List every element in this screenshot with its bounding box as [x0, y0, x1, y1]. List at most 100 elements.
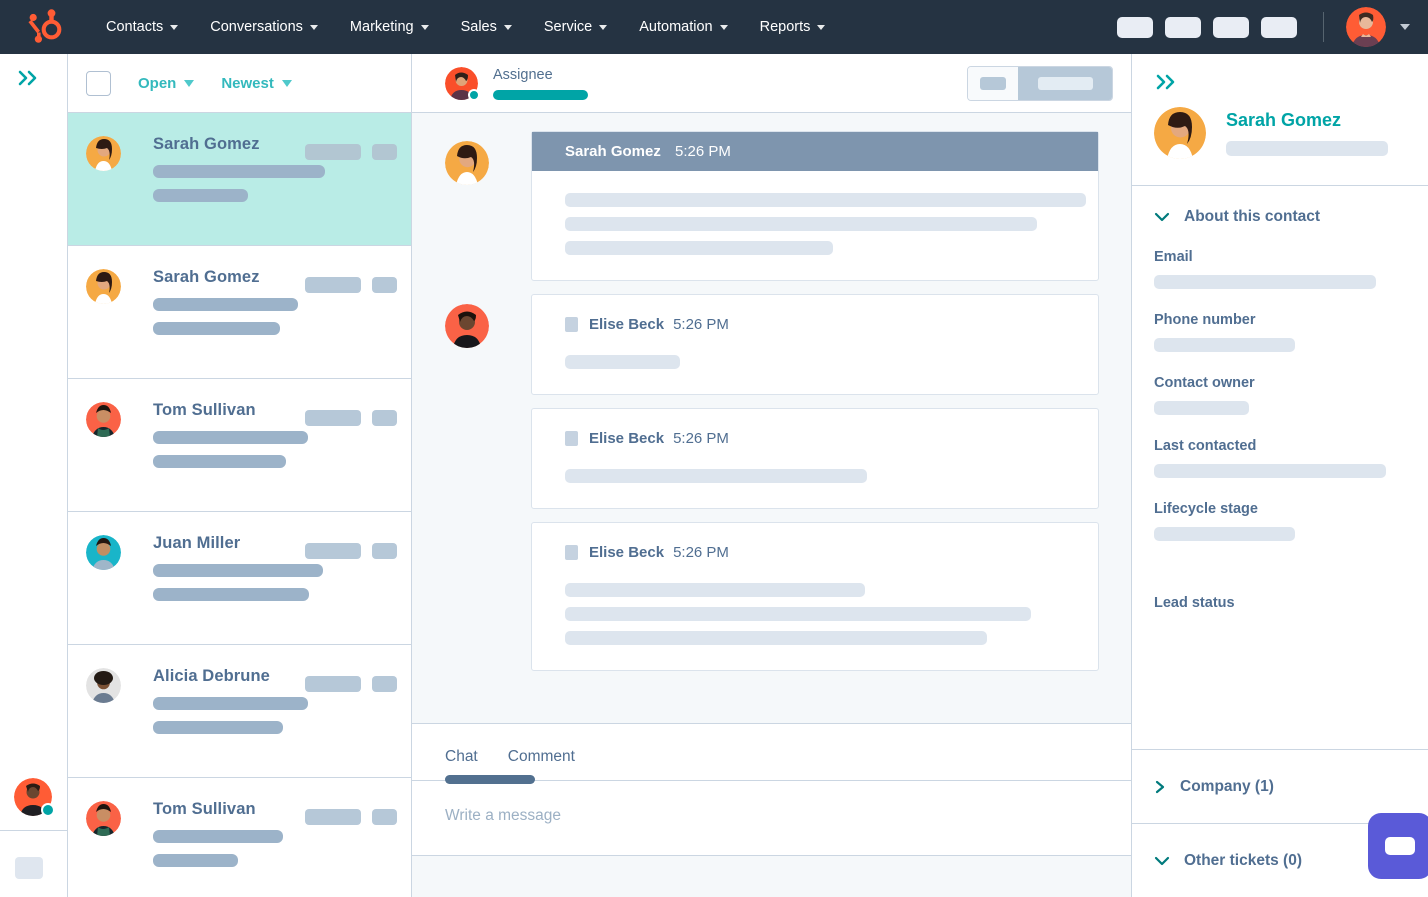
nav-action-placeholder-2[interactable]: [1165, 16, 1201, 38]
contact-name-block: Sarah Gomez: [1226, 110, 1406, 156]
nav-label: Conversations: [210, 19, 303, 35]
contact-avatar: [1154, 107, 1206, 159]
assignee-info: Assignee: [493, 67, 588, 100]
preview-line: [153, 322, 280, 335]
avatar: [86, 136, 121, 171]
assignee-avatar[interactable]: [445, 66, 480, 101]
conversation-list-scroll[interactable]: Sarah Gomez Sarah Gomez Tom Sullivan Jua…: [68, 113, 411, 897]
thread-view-toggle[interactable]: [967, 65, 1113, 101]
field-last-contacted: Last contacted: [1154, 438, 1406, 478]
conversation-thread-panel: Assignee Sarah Gomez 5:26 PM Elise Beck …: [412, 54, 1132, 897]
time-badge: [372, 144, 397, 160]
time-badge: [372, 676, 397, 692]
message-text-line: [565, 217, 1037, 231]
message-author: Elise Beck: [589, 430, 665, 447]
nav-item-automation[interactable]: Automation: [623, 13, 743, 41]
conversation-badges: [305, 543, 397, 559]
field-label: Lead status: [1154, 595, 1235, 611]
avatar: [86, 668, 121, 703]
message-author: Elise Beck: [589, 316, 665, 333]
select-all-checkbox[interactable]: [86, 70, 111, 96]
message-text-line: [565, 583, 865, 597]
user-avatar[interactable]: [1346, 7, 1386, 47]
toggle-option-right[interactable]: [1018, 66, 1112, 100]
field-value-redacted[interactable]: [1154, 338, 1295, 352]
agent-avatar[interactable]: [14, 778, 55, 817]
nav-right-actions: [1105, 7, 1410, 47]
nav-item-service[interactable]: Service: [528, 13, 623, 41]
preview-line: [153, 854, 238, 867]
chevron-down-icon[interactable]: [1400, 24, 1410, 30]
status-badge: [305, 543, 361, 559]
conversation-list-item[interactable]: Juan Miller: [68, 512, 411, 645]
nav-action-placeholder-1[interactable]: [1117, 16, 1153, 38]
field-label: Lifecycle stage: [1154, 501, 1258, 517]
field-value-redacted[interactable]: [1154, 464, 1386, 478]
thread-messages[interactable]: Sarah Gomez 5:26 PM Elise Beck 5:26 PM E…: [412, 113, 1131, 723]
toggle-option-left[interactable]: [968, 66, 1018, 100]
nav-item-conversations[interactable]: Conversations: [194, 13, 334, 41]
field-value-redacted[interactable]: [1154, 401, 1249, 415]
message-item: Elise Beck 5:26 PM: [445, 408, 1099, 509]
message-item: Elise Beck 5:26 PM: [445, 522, 1099, 671]
message-body: [532, 561, 1098, 670]
field-contact-owner: Contact owner: [1154, 375, 1406, 415]
assignee-label: Assignee: [493, 66, 553, 83]
assignee-name-redacted: [493, 89, 588, 100]
nav-item-marketing[interactable]: Marketing: [334, 13, 445, 41]
conversation-list-item[interactable]: Sarah Gomez: [68, 113, 411, 246]
field-label: Phone number: [1154, 312, 1256, 328]
double-chevron-right-icon: [1156, 74, 1175, 90]
nav-item-contacts[interactable]: Contacts: [90, 13, 194, 41]
chevron-down-icon: [719, 24, 728, 30]
hubspot-sprocket-logo[interactable]: [22, 4, 68, 50]
nav-action-placeholder-4[interactable]: [1261, 16, 1297, 38]
preview-line: [153, 431, 308, 444]
status-badge: [305, 410, 361, 426]
rail-divider: [0, 830, 67, 831]
message-body: [532, 447, 1098, 508]
avatar: [86, 801, 121, 836]
active-tab-indicator: [445, 775, 535, 784]
about-contact-toggle[interactable]: About this contact: [1154, 208, 1406, 226]
message-item: Elise Beck 5:26 PM: [445, 294, 1099, 395]
nav-label: Marketing: [349, 19, 414, 35]
chevron-down-icon: [1154, 212, 1170, 222]
message-input[interactable]: Write a message: [412, 781, 1131, 855]
avatar-image: [1346, 7, 1386, 47]
placeholder-pill-icon: [1037, 76, 1093, 90]
nav-item-reports[interactable]: Reports: [744, 13, 842, 41]
avatar: [86, 269, 121, 304]
rail-placeholder-button[interactable]: [15, 857, 43, 879]
chevron-right-icon: [1155, 780, 1165, 793]
message-composer: Chat Comment Write a message: [412, 723, 1131, 897]
expand-sidebar-button[interactable]: [16, 68, 44, 93]
filter-sort-dropdown[interactable]: Newest: [221, 75, 292, 92]
conversation-list-item[interactable]: Tom Sullivan: [68, 778, 411, 897]
filter-sort-label: Newest: [221, 74, 274, 92]
main-nav-menu: Contacts Conversations Marketing Sales S…: [90, 13, 841, 41]
conversation-list-item[interactable]: Sarah Gomez: [68, 246, 411, 379]
message-body: [532, 171, 1098, 280]
message-text-line: [565, 355, 680, 369]
preview-line: [153, 455, 286, 468]
nav-item-sales[interactable]: Sales: [445, 13, 528, 41]
contact-summary[interactable]: Sarah Gomez: [1132, 97, 1428, 185]
time-badge: [372, 410, 397, 426]
composer-toolbar[interactable]: [412, 855, 1131, 897]
status-badge: [305, 809, 361, 825]
accordion-company[interactable]: Company (1): [1132, 749, 1428, 823]
conversation-list-item[interactable]: Alicia Debrune: [68, 645, 411, 778]
field-value-redacted[interactable]: [1154, 275, 1376, 289]
hubspot-conversations-app: Contacts Conversations Marketing Sales S…: [0, 0, 1428, 897]
thread-header: Assignee: [412, 54, 1131, 113]
chat-widget-button[interactable]: [1368, 813, 1428, 879]
filter-status-dropdown[interactable]: Open: [138, 75, 195, 92]
field-value-redacted[interactable]: [1154, 527, 1295, 541]
conversation-list-item[interactable]: Tom Sullivan: [68, 379, 411, 512]
message-avatar: [445, 141, 489, 185]
collapse-panel-button[interactable]: [1132, 54, 1428, 97]
nav-label: Sales: [460, 19, 497, 35]
nav-action-placeholder-3[interactable]: [1213, 16, 1249, 38]
accordion-label: Company (1): [1180, 777, 1274, 795]
